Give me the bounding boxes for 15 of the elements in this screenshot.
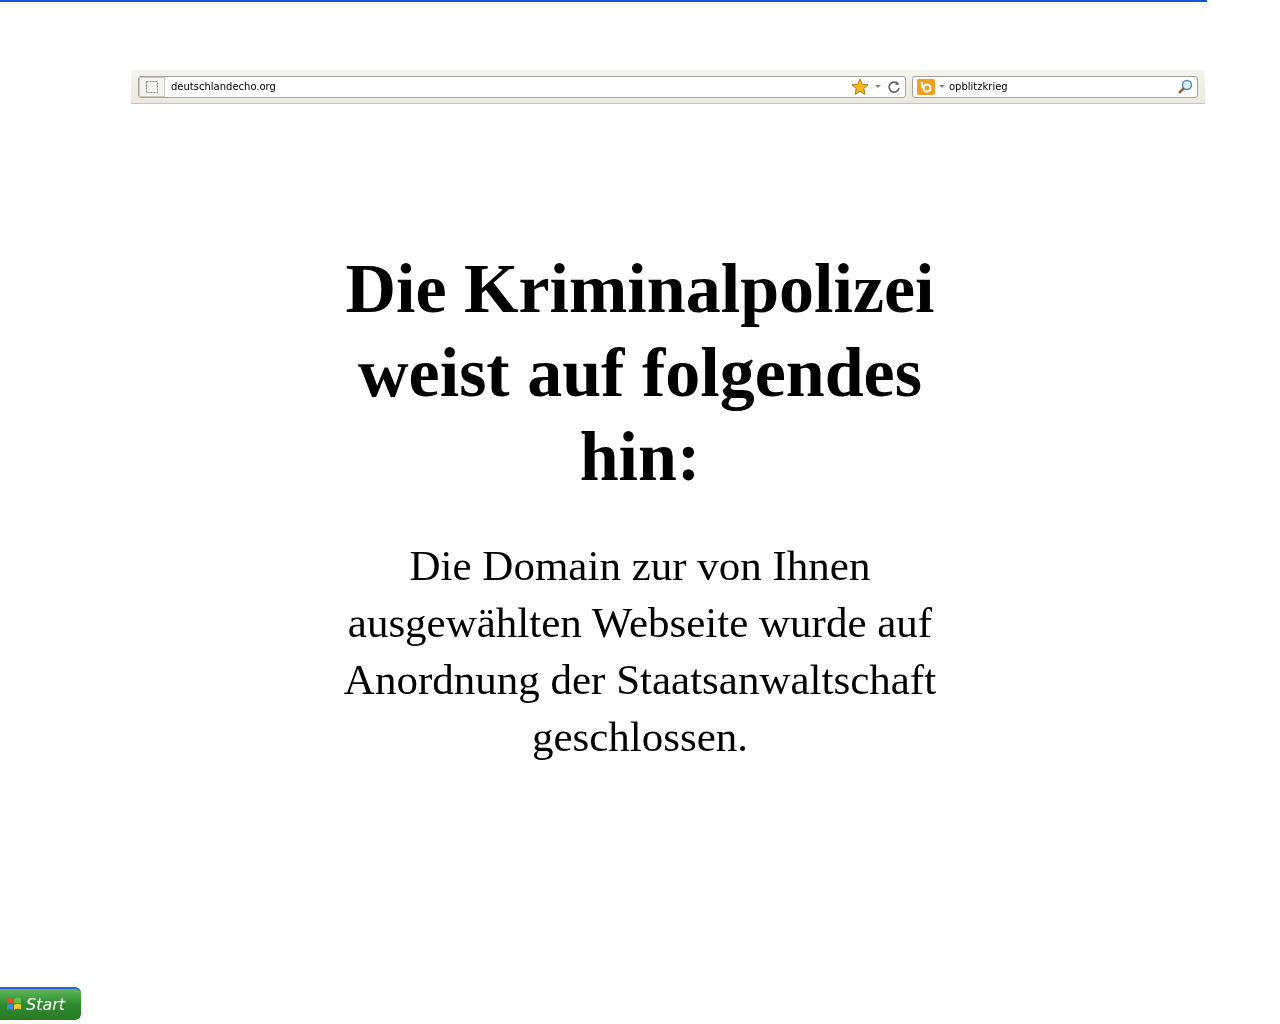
page-heading: Die Kriminalpolizei weist auf folgendes hin: — [344, 249, 936, 497]
notice-message: Die Domain zur von Ihnen ausgewählten Webseite wurde auf Anordnung der Staatsanwaltschaft geschlossen. — [342, 541, 938, 762]
search-engine-icon[interactable] — [917, 78, 935, 95]
search-field[interactable]: opblitzkrieg — [912, 75, 1198, 98]
search-text: opblitzkrieg — [949, 81, 1009, 92]
reload-icon[interactable] — [887, 79, 901, 94]
star-icon[interactable] — [851, 77, 869, 96]
windows-logo-icon — [6, 997, 22, 1012]
dropdown-caret-icon[interactable] — [939, 84, 945, 89]
address-text: deutschlandecho.org — [171, 81, 277, 92]
address-field[interactable]: deutschlandecho.org — [138, 75, 906, 98]
start-button[interactable]: Start — [0, 987, 81, 1020]
dropdown-caret-icon[interactable] — [875, 84, 881, 89]
site-identity-icon[interactable] — [139, 76, 165, 97]
search-icon[interactable] — [1177, 78, 1193, 95]
